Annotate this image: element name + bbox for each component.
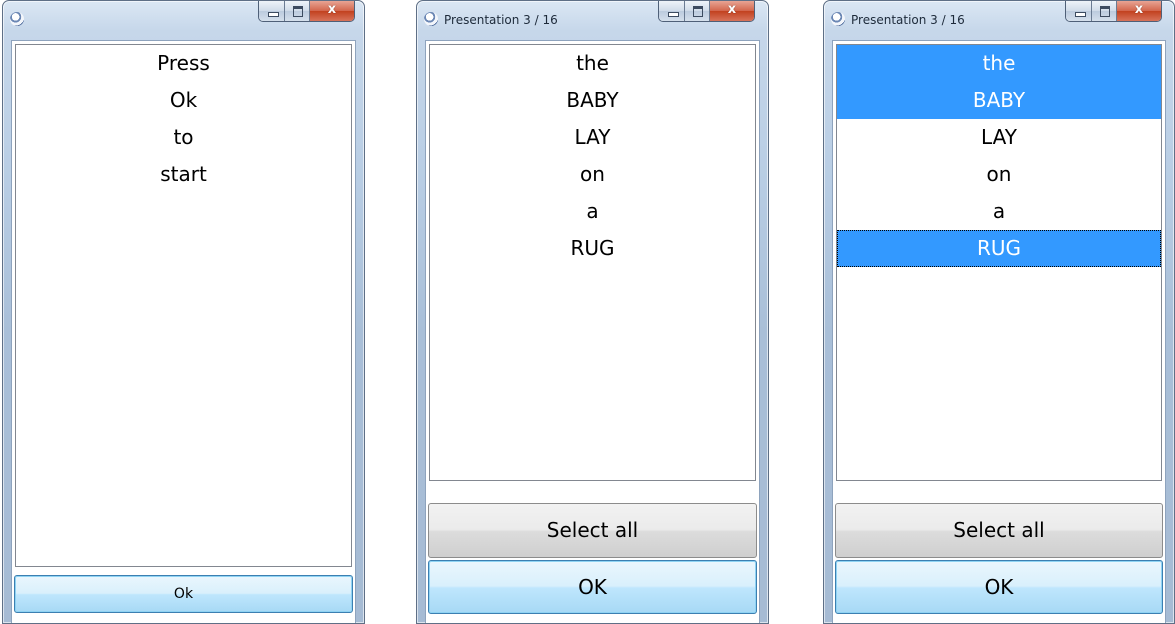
client-area: the BABY LAY on a RUG Select all OK: [425, 40, 760, 623]
app-icon[interactable]: [424, 12, 438, 26]
instruction-list[interactable]: Press Ok to start: [15, 44, 352, 567]
client-area: the BABY LAY on a RUG Select all OK: [832, 40, 1166, 623]
presentation-window-selected: Presentation 3 / 16 x the BABY LAY on a …: [823, 0, 1175, 624]
close-icon: x: [327, 2, 337, 17]
word-item[interactable]: BABY: [430, 82, 755, 119]
ok-button[interactable]: OK: [428, 560, 757, 614]
minimize-button[interactable]: [1066, 1, 1092, 21]
maximize-button[interactable]: [285, 1, 310, 21]
word-item[interactable]: RUG: [430, 230, 755, 267]
start-dialog-window: x Press Ok to start Ok: [2, 0, 365, 624]
maximize-button[interactable]: [685, 1, 710, 21]
caption-buttons: x: [258, 1, 355, 22]
title-bar[interactable]: Presentation 3 / 16 x: [417, 1, 768, 31]
word-item[interactable]: on: [837, 156, 1161, 193]
select-all-button[interactable]: Select all: [428, 503, 757, 558]
maximize-button[interactable]: [1092, 1, 1117, 21]
caption-buttons: x: [1065, 1, 1162, 22]
list-item[interactable]: Press: [16, 45, 351, 82]
word-item[interactable]: LAY: [837, 119, 1161, 156]
client-area: Press Ok to start Ok: [11, 40, 356, 623]
window-title: Presentation 3 / 16: [444, 13, 558, 27]
app-icon[interactable]: [831, 12, 845, 26]
word-item[interactable]: a: [430, 193, 755, 230]
app-icon[interactable]: [10, 12, 24, 26]
word-item-selected[interactable]: BABY: [837, 82, 1161, 119]
close-button[interactable]: x: [310, 1, 354, 21]
word-item[interactable]: a: [837, 193, 1161, 230]
maximize-icon: [293, 6, 303, 17]
minimize-icon: [268, 12, 279, 17]
word-item[interactable]: the: [430, 45, 755, 82]
word-list[interactable]: the BABY LAY on a RUG: [429, 44, 756, 481]
maximize-icon: [693, 6, 703, 17]
word-list[interactable]: the BABY LAY on a RUG: [836, 44, 1162, 481]
ok-button[interactable]: OK: [835, 560, 1163, 614]
word-item[interactable]: on: [430, 156, 755, 193]
title-bar[interactable]: Presentation 3 / 16 x: [824, 1, 1174, 31]
minimize-icon: [1075, 12, 1086, 17]
close-button[interactable]: x: [1117, 1, 1161, 21]
select-all-button[interactable]: Select all: [835, 503, 1163, 558]
list-item[interactable]: to: [16, 119, 351, 156]
maximize-icon: [1100, 6, 1110, 17]
minimize-button[interactable]: [659, 1, 685, 21]
ok-button[interactable]: Ok: [14, 575, 353, 613]
list-item[interactable]: start: [16, 156, 351, 193]
word-item[interactable]: LAY: [430, 119, 755, 156]
window-title: Presentation 3 / 16: [851, 13, 965, 27]
word-item-selected[interactable]: the: [837, 45, 1161, 82]
presentation-window-unselected: Presentation 3 / 16 x the BABY LAY on a …: [416, 0, 769, 624]
close-button[interactable]: x: [710, 1, 754, 21]
word-item-selected-focused[interactable]: RUG: [837, 230, 1161, 267]
close-icon: x: [1134, 2, 1144, 17]
minimize-button[interactable]: [259, 1, 285, 21]
caption-buttons: x: [658, 1, 755, 22]
list-item[interactable]: Ok: [16, 82, 351, 119]
title-bar[interactable]: x: [3, 1, 364, 31]
minimize-icon: [668, 12, 679, 17]
close-icon: x: [727, 2, 737, 17]
